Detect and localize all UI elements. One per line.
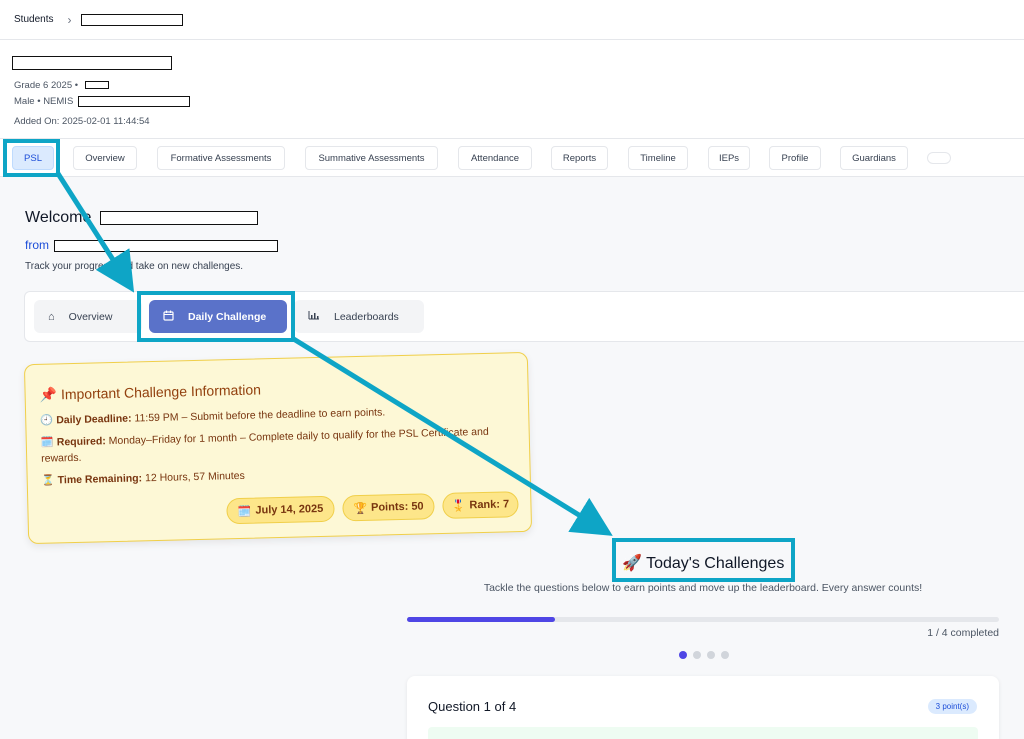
tab-reports[interactable]: Reports bbox=[551, 146, 608, 170]
medal-icon: 🎖️ bbox=[451, 499, 466, 513]
pushpin-icon: 📌 bbox=[39, 386, 58, 403]
grade-line: Grade 6 2025 • bbox=[14, 80, 109, 91]
student-header: Grade 6 2025 • Male • NEMIS Added On: 20… bbox=[0, 40, 1024, 139]
highlight-daily-challenge bbox=[137, 291, 295, 342]
subtab-leaderboards-label: Leaderboards bbox=[334, 310, 399, 323]
question-title: Question 1 of 4 bbox=[428, 699, 517, 714]
gender-text: Male • NEMIS bbox=[14, 96, 74, 108]
breadcrumb-students-link[interactable]: Students bbox=[14, 14, 53, 25]
question-pager bbox=[679, 651, 729, 659]
deadline-label: Daily Deadline: bbox=[56, 412, 132, 427]
question-card: Question 1 of 4 3 point(s) bbox=[407, 676, 999, 739]
highlight-todays-challenges bbox=[612, 538, 795, 582]
pager-dot[interactable] bbox=[693, 651, 701, 659]
breadcrumb: Students › bbox=[0, 0, 1024, 40]
redacted-school bbox=[54, 239, 279, 252]
tab-ieps[interactable]: IEPs bbox=[708, 146, 750, 170]
added-on: Added On: 2025-02-01 11:44:54 bbox=[14, 116, 150, 127]
tab-profile[interactable]: Profile bbox=[769, 146, 821, 170]
points-badge: 🏆 Points: 50 bbox=[342, 493, 435, 522]
highlight-psl-tab bbox=[3, 139, 60, 177]
tab-more[interactable] bbox=[927, 152, 951, 164]
tab-overview[interactable]: Overview bbox=[73, 146, 137, 170]
required-label: Required: bbox=[56, 435, 106, 449]
question-points-badge: 3 point(s) bbox=[927, 699, 977, 714]
redacted-admission bbox=[84, 81, 109, 90]
gender-line: Male • NEMIS bbox=[14, 96, 190, 107]
remaining-label: Time Remaining: bbox=[57, 472, 143, 487]
points-pill-text: Points: 50 bbox=[370, 500, 424, 514]
calendar-icon: 🗓️ bbox=[40, 436, 55, 449]
tab-formative-assessments[interactable]: Formative Assessments bbox=[157, 146, 285, 170]
clock-icon: 🕘 bbox=[40, 414, 54, 427]
welcome-title: Welcome bbox=[25, 209, 258, 227]
required-row: 🗓️ Required: Monday–Friday for 1 month –… bbox=[41, 423, 512, 466]
welcome-subtitle: Track your progress and take on new chal… bbox=[25, 261, 244, 272]
date-badge: 🗓️ July 14, 2025 bbox=[226, 495, 335, 525]
home-icon: ⌂ bbox=[48, 310, 55, 323]
remaining-text: 12 Hours, 57 Minutes bbox=[144, 469, 245, 485]
trophy-icon: 🏆 bbox=[353, 502, 368, 515]
info-title-text: Important Challenge Information bbox=[60, 381, 262, 403]
completed-count: 1 / 4 completed bbox=[927, 627, 999, 639]
pager-dot[interactable] bbox=[721, 651, 729, 659]
deadline-text: 11:59 PM – Submit before the deadline to… bbox=[134, 406, 386, 425]
date-pill-text: July 14, 2025 bbox=[255, 502, 324, 517]
tab-guardians[interactable]: Guardians bbox=[840, 146, 908, 170]
redacted-student-title bbox=[12, 56, 172, 70]
redacted-welcome-name bbox=[99, 210, 258, 225]
pager-dot[interactable] bbox=[707, 651, 715, 659]
calendar-icon: 🗓️ bbox=[237, 505, 252, 518]
hourglass-icon: ⏳ bbox=[41, 474, 55, 487]
question-body bbox=[428, 727, 978, 739]
rank-pill-text: Rank: 7 bbox=[469, 498, 510, 512]
subtab-overview-label: Overview bbox=[68, 310, 113, 323]
rank-badge: 🎖️ Rank: 7 bbox=[442, 491, 519, 519]
from-text: from bbox=[25, 238, 49, 252]
school-line: from bbox=[25, 238, 279, 252]
welcome-text: Welcome bbox=[25, 209, 92, 226]
redacted-nemis bbox=[77, 96, 190, 107]
tab-attendance[interactable]: Attendance bbox=[458, 146, 532, 170]
pager-dot[interactable] bbox=[679, 651, 687, 659]
redacted-student-name bbox=[81, 13, 184, 26]
required-text: Monday–Friday for 1 month – Complete dai… bbox=[41, 425, 489, 465]
info-card-title: 📌 Important Challenge Information bbox=[39, 381, 261, 403]
subtab-overview[interactable]: ⌂ Overview bbox=[34, 300, 142, 333]
challenge-progress-bar bbox=[407, 617, 999, 622]
challenges-subtitle: Tackle the questions below to earn point… bbox=[483, 582, 923, 594]
challenge-progress-fill bbox=[407, 617, 555, 622]
tab-timeline[interactable]: Timeline bbox=[628, 146, 688, 170]
remaining-row: ⏳ Time Remaining: 12 Hours, 57 Minutes bbox=[42, 461, 512, 488]
student-tabs: PSL Overview Formative Assessments Summa… bbox=[0, 139, 1024, 177]
chevron-right-icon: › bbox=[67, 12, 72, 27]
subtab-leaderboards[interactable]: Leaderboards bbox=[294, 300, 424, 333]
tab-summative-assessments[interactable]: Summative Assessments bbox=[305, 146, 438, 170]
challenge-info-card: 📌 Important Challenge Information 🕘 Dail… bbox=[23, 351, 533, 545]
grade-text: Grade 6 2025 • bbox=[14, 80, 79, 91]
bar-chart-icon bbox=[308, 310, 320, 323]
